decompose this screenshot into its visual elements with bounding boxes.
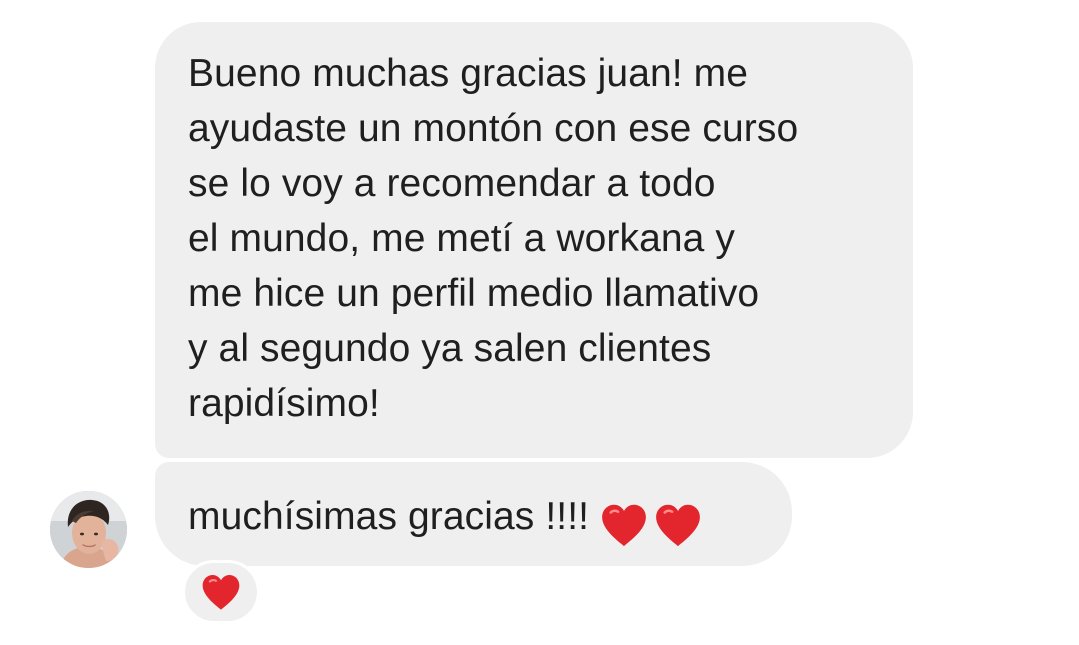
message-line: y al segundo ya salen clientes bbox=[188, 327, 712, 370]
avatar[interactable] bbox=[50, 491, 127, 568]
red-heart-icon bbox=[602, 504, 646, 546]
red-heart-icon bbox=[656, 504, 700, 546]
hearts-emoji-group bbox=[599, 495, 703, 550]
avatar-image bbox=[50, 491, 127, 568]
message-line: Bueno muchas gracias juan! me bbox=[188, 52, 749, 95]
message-text: muchísimas gracias !!!! bbox=[188, 495, 590, 538]
message-line: muchísimas gracias !!!! bbox=[188, 489, 762, 550]
reaction-badge[interactable] bbox=[182, 560, 260, 624]
message-line: rapidísimo! bbox=[188, 382, 380, 425]
message-bubble-1[interactable]: Bueno muchas gracias juan! me ayudaste u… bbox=[155, 22, 913, 458]
message-line: ayudaste un montón con ese curso bbox=[188, 107, 799, 150]
message-bubble-2[interactable]: muchísimas gracias !!!! bbox=[155, 462, 792, 566]
message-line: se lo voy a recomendar a todo bbox=[188, 162, 716, 205]
message-line: el mundo, me metí a workana y bbox=[188, 217, 735, 260]
message-line: me hice un perfil medio llamativo bbox=[188, 272, 760, 315]
red-heart-icon bbox=[202, 574, 240, 610]
